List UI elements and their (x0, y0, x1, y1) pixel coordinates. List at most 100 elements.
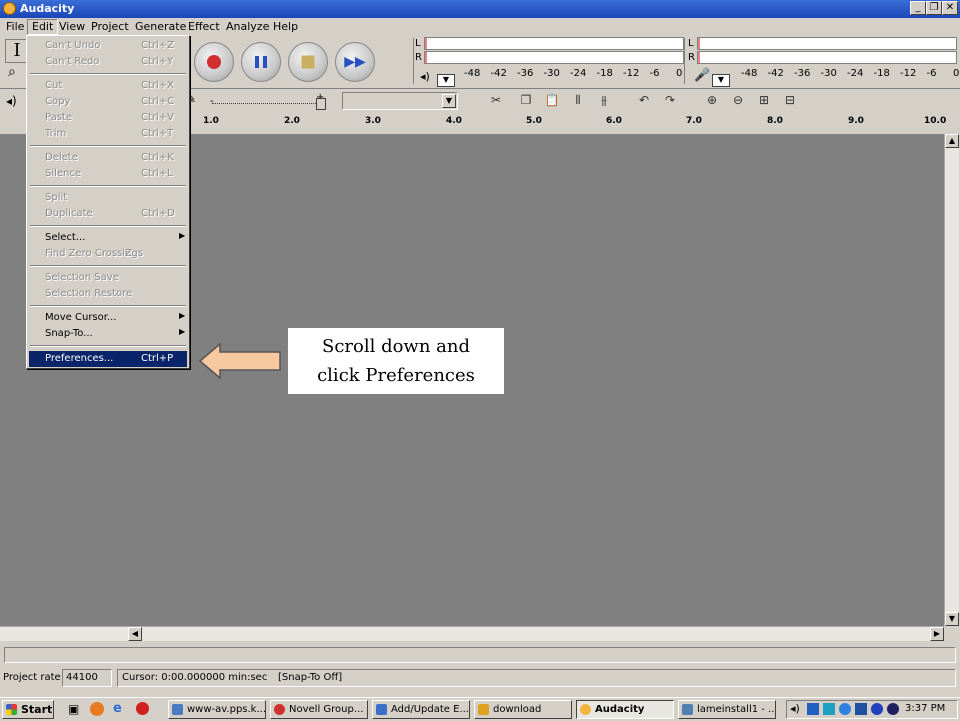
paste-icon[interactable]: 📋 (542, 90, 562, 110)
playback-meter-dropdown[interactable]: ▼ (437, 74, 455, 87)
scroll-down-icon[interactable]: ▼ (945, 612, 959, 626)
menu-item-cut: Cut Ctrl+X (45, 80, 175, 91)
status-message (4, 647, 956, 663)
record-meter-scale-label: -12 (900, 68, 917, 79)
menu-file[interactable]: File (2, 20, 28, 33)
copy-icon[interactable]: ❐ (516, 90, 536, 110)
ruler-tick: 3.0 (365, 116, 381, 126)
menu-item-select[interactable]: Select... ▶ (29, 230, 187, 246)
record-meter-scale-label: -30 (820, 68, 837, 79)
fit-project-icon[interactable]: ⊟ (780, 90, 800, 110)
record-button[interactable] (194, 42, 234, 82)
submenu-arrow-icon: ▶ (179, 231, 186, 240)
vertical-scrollbar[interactable]: ▲ ▼ (944, 134, 959, 626)
ruler-tick: 7.0 (686, 116, 702, 126)
menu-help[interactable]: Help (269, 20, 302, 33)
chevron-down-icon[interactable]: ▼ (442, 94, 456, 108)
record-meter-left (697, 37, 957, 50)
menu-project[interactable]: Project (87, 20, 133, 33)
zoom-in-icon[interactable]: ⊕ (702, 90, 722, 110)
menu-effect[interactable]: Effect (184, 20, 224, 33)
quicklaunch-app-icon[interactable] (136, 702, 149, 715)
scroll-left-icon[interactable]: ◀ (128, 627, 142, 641)
taskbar-item-audacity[interactable]: Audacity (576, 700, 674, 719)
playback-meter-right-label: R (415, 52, 422, 63)
tray-misc-icon[interactable] (887, 703, 899, 715)
taskbar-item-www[interactable]: www-av.pps.k... (168, 700, 266, 719)
record-meter-right-label: R (688, 52, 695, 63)
trim-icon[interactable]: ⫴ (568, 90, 588, 110)
record-meter-scale-label: -24 (847, 68, 864, 79)
stop-button[interactable] (288, 42, 328, 82)
menu-item-preferences[interactable]: Preferences... Ctrl+P (29, 351, 187, 367)
pointer-arrow-icon (198, 342, 281, 380)
record-meter-scale-label: -18 (873, 68, 890, 79)
playback-meter-left (424, 37, 684, 50)
playback-meter-scale-label: 0 (676, 68, 683, 79)
record-meter-scale-label: -48 (741, 68, 758, 79)
menu-generate[interactable]: Generate (131, 20, 190, 33)
redo-icon[interactable]: ↷ (660, 90, 680, 110)
menu-item-selection-save: Selection Save (45, 272, 119, 283)
taskbar-item-add-update[interactable]: Add/Update E... (372, 700, 470, 719)
close-button[interactable]: ✕ (942, 1, 958, 15)
project-rate-field[interactable]: 44100 (62, 669, 112, 687)
firefox-icon[interactable] (90, 702, 104, 716)
microphone-icon: 🎤 (694, 68, 711, 83)
tray-media-icon[interactable] (871, 703, 883, 715)
minimize-button[interactable]: _ (910, 1, 926, 15)
playback-meter-scale-label: -12 (623, 68, 640, 79)
silence-icon[interactable]: ⫵ (594, 90, 614, 110)
skip-end-button[interactable]: ▶▶ (335, 42, 375, 82)
tray-network-icon[interactable] (823, 703, 835, 715)
zoom-out-icon[interactable]: ⊖ (728, 90, 748, 110)
taskbar-item-lameinstall[interactable]: lameinstall1 - ... (678, 700, 776, 719)
status-bar: Project rate: 44100 Cursor: 0:00.000000 … (0, 641, 960, 697)
edit-menu: Can't Undo Ctrl+Z Can't Redo Ctrl+Y Cut Ctr… (26, 35, 190, 369)
gain-slider[interactable] (212, 103, 322, 105)
show-desktop-icon[interactable]: ▣ (68, 702, 79, 716)
undo-icon[interactable]: ↶ (634, 90, 654, 110)
cursor-position-text: Cursor: 0:00.000000 min:sec (122, 672, 268, 683)
tray-security-icon[interactable] (855, 703, 867, 715)
tray-app-icon[interactable] (807, 703, 819, 715)
pause-button[interactable] (241, 42, 281, 82)
audacity-app-icon (3, 2, 16, 15)
menu-item-copy: Copy Ctrl+C (45, 96, 175, 107)
menu-item-trim: Trim Ctrl+T (45, 128, 174, 139)
scroll-up-icon[interactable]: ▲ (945, 134, 959, 148)
zoom-tool-icon[interactable]: ⌕ (8, 64, 16, 80)
internet-explorer-icon[interactable]: e (113, 701, 122, 716)
start-button[interactable]: Start (2, 700, 54, 719)
windows-logo-icon (6, 704, 17, 715)
volume-icon[interactable]: ◂) (790, 702, 800, 715)
menu-item-split: Split (45, 192, 68, 203)
menu-item-snap-to[interactable]: Snap-To... ▶ (29, 326, 187, 342)
taskbar-item-novell[interactable]: Novell Group... (270, 700, 368, 719)
callout-line-1: Scroll down and (321, 336, 471, 357)
fit-selection-icon[interactable]: ⊞ (754, 90, 774, 110)
record-meter-dropdown[interactable]: ▼ (712, 74, 730, 87)
cut-icon[interactable]: ✂ (486, 90, 506, 110)
menu-edit[interactable]: Edit (27, 19, 59, 35)
menu-view[interactable]: View (55, 20, 89, 33)
scroll-right-icon[interactable]: ▶ (930, 627, 944, 641)
gain-slider-thumb[interactable] (316, 98, 326, 110)
title-bar: Audacity _ ❐ ✕ (0, 0, 960, 18)
tray-update-icon[interactable] (839, 703, 851, 715)
menu-item-move-cursor[interactable]: Move Cursor... ▶ (29, 310, 187, 326)
ruler-tick: 9.0 (848, 116, 864, 126)
record-meter-scale-label: -36 (794, 68, 811, 79)
taskbar-item-download[interactable]: download (474, 700, 572, 719)
playback-meter-scale-label: -48 (464, 68, 481, 79)
menu-bar: File Edit View Project Generate Effect A… (0, 18, 960, 36)
system-tray: ◂) 3:37 PM (786, 700, 958, 719)
callout-line-2: click Preferences (317, 365, 475, 386)
playback-meter-right (424, 51, 684, 64)
playback-meter-scale-label: -18 (596, 68, 613, 79)
instruction-callout: Scroll down and click Preferences (288, 328, 504, 394)
device-select[interactable]: ▼ (342, 92, 458, 110)
restore-button[interactable]: ❐ (926, 1, 942, 15)
horizontal-scrollbar[interactable]: ◀ ▶ (0, 626, 944, 641)
menu-analyze[interactable]: Analyze (222, 20, 273, 33)
